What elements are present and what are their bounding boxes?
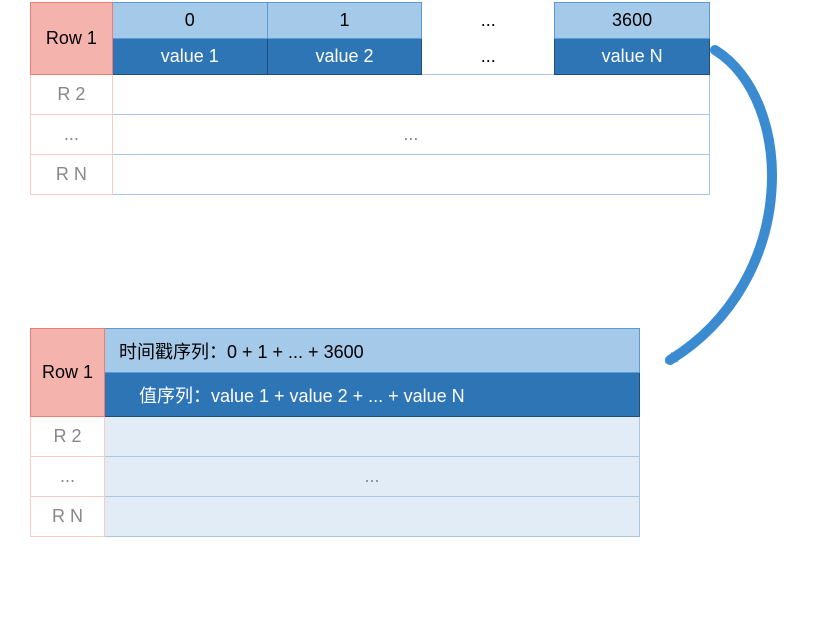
row-label-dots: ... [31,457,105,497]
ellipsis: ... [422,3,555,39]
table-row [105,417,640,457]
table-row [112,75,709,115]
col-header: 3600 [555,3,710,39]
table-row: ... [112,115,709,155]
col-header: 0 [112,3,267,39]
ellipsis: ... [422,39,555,75]
table-row [112,155,709,195]
col-value: value N [555,39,710,75]
row-label-n: R N [31,155,113,195]
col-value: value 2 [267,39,422,75]
row-label-1: Row 1 [31,329,105,417]
col-header: 1 [267,3,422,39]
columnar-table: Row 1 0 1 ... 3600 value 1 value 2 ... v… [30,2,710,195]
row-label-dots: ... [31,115,113,155]
row-label-2: R 2 [31,75,113,115]
row-label-1: Row 1 [31,3,113,75]
table-row: ... [105,457,640,497]
sequence-table: Row 1 时间戳序列：0 + 1 + ... + 3600 值序列：value… [30,328,640,537]
row-label-n: R N [31,497,105,537]
col-value: value 1 [112,39,267,75]
table-row [105,497,640,537]
value-sequence: 值序列：value 1 + value 2 + ... + value N [105,373,640,417]
timestamp-sequence: 时间戳序列：0 + 1 + ... + 3600 [105,329,640,373]
row-label-2: R 2 [31,417,105,457]
